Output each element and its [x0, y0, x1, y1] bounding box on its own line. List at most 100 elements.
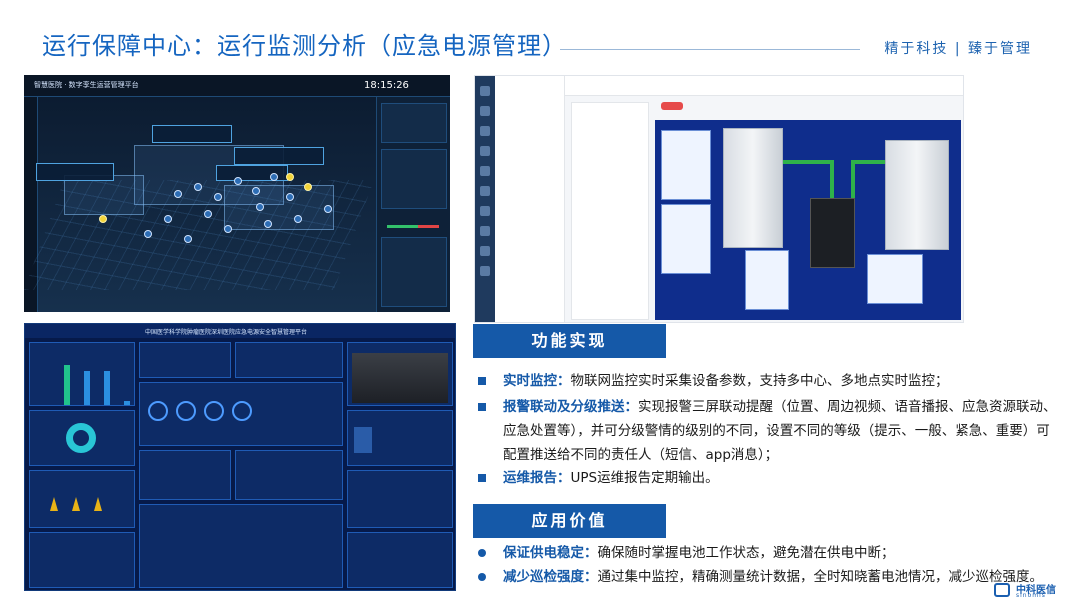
nav-icon: [480, 186, 490, 196]
info-block: [381, 149, 447, 209]
nav-icon: [480, 266, 490, 276]
device-marker: [286, 193, 294, 201]
page-title: 运行保障中心：运行监测分析（应急电源管理）: [42, 32, 567, 60]
info-block: [381, 237, 447, 307]
alarm-marker: [304, 183, 312, 191]
event-table: [139, 504, 343, 588]
param-card: [661, 130, 711, 200]
nav-icon: [480, 166, 490, 176]
stat-card: [139, 342, 231, 378]
value-item: 减少巡检强度：通过集中监控，精确测量统计数据，全时知晓蓄电池情况，减少巡检强度。: [478, 565, 1060, 589]
screenshot-tree: [571, 102, 649, 320]
round-bullet-icon: [478, 549, 486, 557]
stat-card: [347, 532, 453, 588]
trend-peak: [72, 497, 80, 511]
screenshot-right-panel: [376, 97, 450, 312]
dashboard-header: 中国医学科学院肿瘤医院深圳医院应急电源安全智慧管理平台: [25, 324, 455, 338]
gauge-panel: [139, 382, 343, 446]
donut-chart: [66, 423, 96, 453]
gauge: [148, 401, 168, 421]
dashboard-trend-chart: [29, 470, 135, 528]
ups-diagram: [655, 120, 961, 320]
device-marker: [224, 225, 232, 233]
chart-bar: [64, 365, 70, 405]
nav-icon: [480, 106, 490, 116]
screenshot-callout: [234, 147, 324, 165]
feature-item: 报警联动及分级推送：实现报警三屏联动提醒（位置、周边视频、语音播报、应急资源联动…: [478, 395, 1060, 467]
device-marker: [294, 215, 302, 223]
device-marker: [252, 187, 260, 195]
device-marker: [256, 203, 264, 211]
stat-card: [347, 470, 453, 528]
feature-item: 运维报告：UPS运维报告定期输出。: [478, 466, 1060, 490]
trend-peak: [94, 497, 102, 511]
round-bullet-icon: [478, 573, 486, 581]
value-item: 保证供电稳定：确保随时掌握电池工作状态，避免潜在供电中断；: [478, 541, 1060, 565]
device-marker: [164, 215, 172, 223]
stat-card: [235, 342, 343, 378]
device-marker: [144, 230, 152, 238]
features-header: 功能实现: [473, 324, 666, 358]
device-marker: [194, 183, 202, 191]
screenshot-ups-monitoring: [474, 75, 964, 323]
logo-icon: [994, 583, 1010, 597]
power-line: [830, 160, 834, 200]
ups-unit: [810, 198, 855, 268]
device-marker: [324, 205, 332, 213]
square-bullet-icon: [478, 377, 486, 385]
nav-icon: [480, 206, 490, 216]
device-marker: [264, 220, 272, 228]
video-feed: [352, 353, 448, 403]
chart-bar: [124, 401, 130, 405]
screenshot-nav-menu: [495, 76, 565, 322]
feature-text: UPS运维报告定期输出。: [570, 470, 719, 486]
alarm-marker: [99, 215, 107, 223]
value-text: 通过集中监控，精确测量统计数据，全时知晓蓄电池情况，减少巡检强度。: [597, 569, 1044, 585]
contact-panel: [347, 410, 453, 466]
param-card: [745, 250, 789, 310]
screenshot-callout: [152, 125, 232, 143]
nav-icon: [480, 86, 490, 96]
device-marker: [174, 190, 182, 198]
screenshot-topbar: 智慧医院 · 数字孪生运营管理平台 18:15:26: [24, 75, 450, 97]
gauge: [204, 401, 224, 421]
device-marker: [214, 193, 222, 201]
screenshot-building: [224, 185, 334, 230]
slogan: 精于科技 | 臻于管理: [884, 41, 1032, 57]
feature-item: 实时监控：物联网监控实时采集设备参数，支持多中心、多地点实时监控；: [478, 369, 1060, 393]
value-label: 减少巡检强度：: [503, 569, 598, 585]
screenshot-3d-time: 18:15:26: [364, 80, 409, 91]
nav-icon: [480, 146, 490, 156]
screenshot-3d-digital-twin: 智慧医院 · 数字孪生运营管理平台 18:15:26: [24, 75, 450, 312]
values-header: 应用价值: [473, 504, 666, 538]
header-divider: [560, 49, 860, 50]
video-panel: [347, 342, 453, 406]
square-bullet-icon: [478, 474, 486, 482]
device-marker: [204, 210, 212, 218]
screenshot-3d-title: 智慧医院 · 数字孪生运营管理平台: [34, 81, 139, 89]
power-line: [851, 160, 889, 164]
screenshot-building: [64, 175, 144, 215]
screenshot-callout: [36, 163, 114, 181]
value-text: 确保随时掌握电池工作状态，避免潜在供电中断；: [597, 545, 895, 561]
dashboard-title: 中国医学科学院肿瘤医院深圳医院应急电源安全智慧管理平台: [145, 329, 308, 336]
dashboard-trend-chart: [29, 532, 135, 588]
distribution-cabinet: [885, 140, 949, 250]
gauge: [176, 401, 196, 421]
feature-text: 物联网监控实时采集设备参数，支持多中心、多地点实时监控；: [570, 373, 949, 389]
load-bar: [387, 225, 439, 228]
feature-label: 报警联动及分级推送：: [503, 399, 638, 415]
power-line: [783, 160, 833, 164]
device-marker: [234, 177, 242, 185]
param-card: [867, 254, 923, 304]
feature-label: 运维报告：: [503, 470, 571, 486]
screenshot-icon-sidebar: [475, 76, 495, 322]
logo-subtitle: sinomis: [1016, 592, 1046, 599]
dashboard-donut: [29, 410, 135, 466]
nav-icon: [480, 246, 490, 256]
square-bullet-icon: [478, 403, 486, 411]
info-block: [381, 103, 447, 143]
nav-icon: [480, 126, 490, 136]
stat-card: [139, 450, 231, 500]
value-label: 保证供电稳定：: [503, 545, 598, 561]
